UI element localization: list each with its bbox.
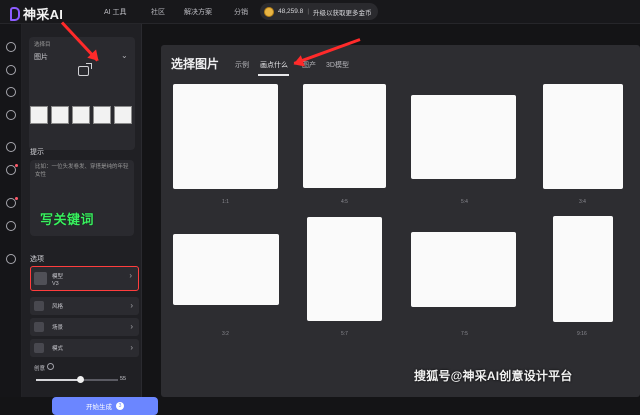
compass-icon[interactable]: [6, 142, 16, 152]
chevron-down-icon[interactable]: ⌄: [121, 51, 128, 60]
option-style[interactable]: 风格 ›: [30, 297, 139, 315]
generation-panel: 选择目 图片 ⌄ 提示 比如：一位头发卷发、穿搭是纯的年轻女性 写关键词 选项 …: [22, 24, 158, 415]
nav-community[interactable]: 社区: [151, 7, 165, 17]
mode-value[interactable]: 图片: [34, 52, 48, 62]
options-title: 选项: [30, 256, 44, 263]
notification-dot: [15, 164, 18, 167]
coin-balance: 48,259.8: [278, 8, 304, 15]
nav-ai-tools[interactable]: AI 工具: [104, 7, 127, 17]
canvas-tile-3-2[interactable]: [173, 234, 279, 305]
thumbnail[interactable]: [93, 106, 111, 124]
image-picker-modal: 选择图片 示例 画点什么 图产 3D模型 1:1 4:5 5:4 3:4 3:2…: [161, 45, 640, 397]
bell-icon[interactable]: [6, 164, 18, 175]
option-mode[interactable]: 模式 ›: [30, 339, 139, 357]
canvas-tile-5-4[interactable]: [411, 95, 516, 179]
canvas-tile-5-7[interactable]: [307, 217, 382, 321]
notification-dot: [15, 197, 18, 200]
option-label: 模式: [52, 346, 64, 352]
chevron-right-icon: ›: [130, 343, 133, 352]
active-tab-underline: [258, 74, 289, 76]
model-value: V3: [52, 281, 59, 287]
canvas-tile-1-1[interactable]: [173, 84, 278, 189]
brand-logo[interactable]: 神采AI: [10, 4, 63, 23]
ratio-label: 5:4: [461, 199, 468, 205]
top-bar: 神采AI AI 工具 社区 解决方案 分销 48,259.8 | 升级以获取更多…: [0, 0, 640, 24]
credit-count: 3: [118, 403, 122, 409]
canvas-tile-4-5[interactable]: [303, 84, 386, 188]
creativity-label: 创意: [34, 366, 46, 372]
ai-icon[interactable]: [6, 65, 16, 75]
creativity-fill: [36, 379, 81, 381]
model-title: 模型: [52, 274, 64, 280]
user-icon[interactable]: [6, 197, 18, 208]
credit-badge: 3: [116, 402, 124, 410]
ratio-label: 7:5: [461, 331, 468, 337]
tab-3d-model[interactable]: 3D模型: [326, 60, 349, 70]
tab-examples[interactable]: 示例: [235, 60, 249, 70]
coins-upgrade-pill[interactable]: 48,259.8 | 升级以获取更多金币: [260, 3, 378, 20]
reference-thumbnails: [30, 106, 132, 124]
chevron-right-icon: ›: [130, 322, 133, 331]
option-label: 场景: [52, 325, 64, 331]
modal-title: 选择图片: [171, 57, 220, 71]
help-icon[interactable]: [47, 363, 54, 370]
nav-solutions[interactable]: 解决方案: [184, 7, 212, 17]
home-icon[interactable]: [6, 42, 16, 52]
upload-image-icon[interactable]: [78, 63, 92, 76]
mode-label: 选择目: [34, 42, 51, 48]
chevron-right-icon: ›: [130, 301, 133, 310]
left-rail: [0, 24, 22, 397]
generate-label: 开始生成: [86, 404, 112, 411]
ratio-label: 5:7: [341, 331, 348, 337]
generate-button[interactable]: 开始生成 3: [52, 397, 158, 415]
slider-handle[interactable]: [77, 376, 84, 383]
thumbnail[interactable]: [51, 106, 69, 124]
watermark: 搜狐号@神采AI创意设计平台: [414, 369, 573, 383]
option-label: 风格: [52, 304, 64, 310]
keyword-banner: 写关键词: [40, 212, 95, 227]
canvas-tile-7-5[interactable]: [411, 232, 516, 307]
model-selector[interactable]: 模型 V3 ›: [30, 266, 139, 291]
canvas-tile-9-16[interactable]: [553, 216, 613, 322]
thumbnail[interactable]: [30, 106, 48, 124]
ratio-label: 1:1: [222, 199, 229, 205]
separator: |: [307, 8, 310, 15]
canvas-tile-3-4[interactable]: [543, 84, 623, 189]
model-thumbnail: [34, 272, 47, 285]
coin-icon: [264, 6, 274, 17]
style-icon: [34, 301, 44, 311]
ratio-label: 3:2: [222, 331, 229, 337]
brand-mark-icon: [10, 6, 20, 21]
bulb-icon[interactable]: [6, 110, 16, 120]
nav-distribution[interactable]: 分销: [234, 7, 248, 17]
ratio-label: 4:5: [341, 199, 348, 205]
ratio-label: 3:4: [579, 199, 586, 205]
option-scene[interactable]: 场景 ›: [30, 318, 139, 336]
chevron-right-icon: ›: [129, 271, 132, 280]
upgrade-link[interactable]: 升级以获取更多金币: [313, 7, 372, 17]
scene-icon: [34, 322, 44, 332]
prompt-title: 提示: [30, 149, 44, 156]
team-icon[interactable]: [6, 221, 16, 231]
ratio-label: 9:16: [577, 331, 587, 337]
basket-icon[interactable]: [6, 254, 16, 264]
prompt-placeholder: 比如：一位头发卷发、穿搭是纯的年轻女性: [35, 164, 129, 178]
thumbnail[interactable]: [114, 106, 132, 124]
thumbnail[interactable]: [72, 106, 90, 124]
mode-icon: [34, 343, 44, 353]
cube-icon[interactable]: [6, 87, 16, 97]
creativity-value: 55: [120, 376, 127, 382]
brand-name: 神采AI: [23, 7, 64, 22]
tab-draw-something[interactable]: 画点什么: [260, 60, 288, 70]
